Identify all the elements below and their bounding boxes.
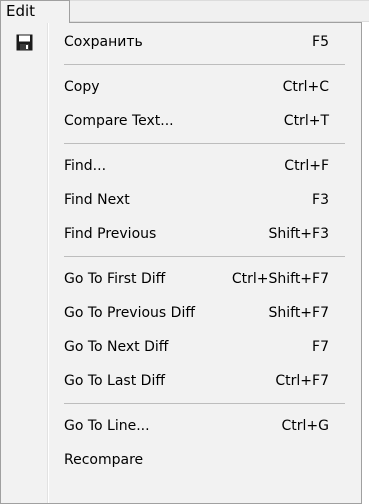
menu-separator <box>64 64 345 65</box>
menu-item-label: Recompare <box>64 452 144 468</box>
edit-dropdown-menu: Сохранить F5 Copy Ctrl+C Compare Text...… <box>0 22 362 504</box>
menu-item-shortcut: Shift+F7 <box>268 305 329 321</box>
menu-item-shortcut: Ctrl+G <box>281 418 330 434</box>
menu-item-compare-text[interactable]: Compare Text... Ctrl+T <box>1 104 361 138</box>
menu-item-label: Go To Next Diff <box>64 339 169 355</box>
menu-item-label: Сохранить <box>64 34 143 50</box>
menu-separator <box>64 256 345 257</box>
menu-item-label: Go To Line... <box>64 418 150 434</box>
menu-bar: Edit <box>0 0 369 23</box>
menu-item-go-to-line[interactable]: Go To Line... Ctrl+G <box>1 409 361 443</box>
menu-item-copy[interactable]: Copy Ctrl+C <box>1 70 361 104</box>
menu-separator <box>64 403 345 404</box>
menu-item-shortcut: Ctrl+F7 <box>275 373 329 389</box>
save-icon <box>16 34 33 51</box>
menu-separator <box>64 143 345 144</box>
menu-item-label: Find Previous <box>64 226 157 242</box>
menu-item-shortcut: Shift+F3 <box>268 226 329 242</box>
menu-item-shortcut: Ctrl+F <box>284 158 329 174</box>
menu-item-go-to-last-diff[interactable]: Go To Last Diff Ctrl+F7 <box>1 364 361 398</box>
menu-item-shortcut: Ctrl+T <box>283 113 329 129</box>
menu-item-save[interactable]: Сохранить F5 <box>1 25 361 59</box>
menu-item-go-to-previous-diff[interactable]: Go To Previous Diff Shift+F7 <box>1 296 361 330</box>
menu-item-go-to-first-diff[interactable]: Go To First Diff Ctrl+Shift+F7 <box>1 262 361 296</box>
screen: Edit Сохранить F5 Copy Ctrl+C Compare Te… <box>0 0 369 504</box>
menu-edit[interactable]: Edit <box>0 0 70 23</box>
menu-item-label: Compare Text... <box>64 113 174 129</box>
menu-item-label: Go To First Diff <box>64 271 166 287</box>
menu-item-recompare[interactable]: Recompare <box>1 443 361 477</box>
menu-item-label: Find Next <box>64 192 130 208</box>
menu-item-shortcut: F7 <box>312 339 329 355</box>
menu-item-find[interactable]: Find... Ctrl+F <box>1 149 361 183</box>
menu-item-find-previous[interactable]: Find Previous Shift+F3 <box>1 217 361 251</box>
menu-bar-empty-area <box>70 0 369 22</box>
menu-item-shortcut: Ctrl+Shift+F7 <box>231 271 329 287</box>
menu-item-go-to-next-diff[interactable]: Go To Next Diff F7 <box>1 330 361 364</box>
menu-item-shortcut: F5 <box>312 34 329 50</box>
menu-item-shortcut: Ctrl+C <box>282 79 329 95</box>
menu-item-label: Copy <box>64 79 100 95</box>
menu-item-label: Find... <box>64 158 107 174</box>
menu-item-find-next[interactable]: Find Next F3 <box>1 183 361 217</box>
menu-item-label: Go To Last Diff <box>64 373 165 389</box>
menu-item-shortcut: F3 <box>312 192 329 208</box>
menu-item-label: Go To Previous Diff <box>64 305 195 321</box>
